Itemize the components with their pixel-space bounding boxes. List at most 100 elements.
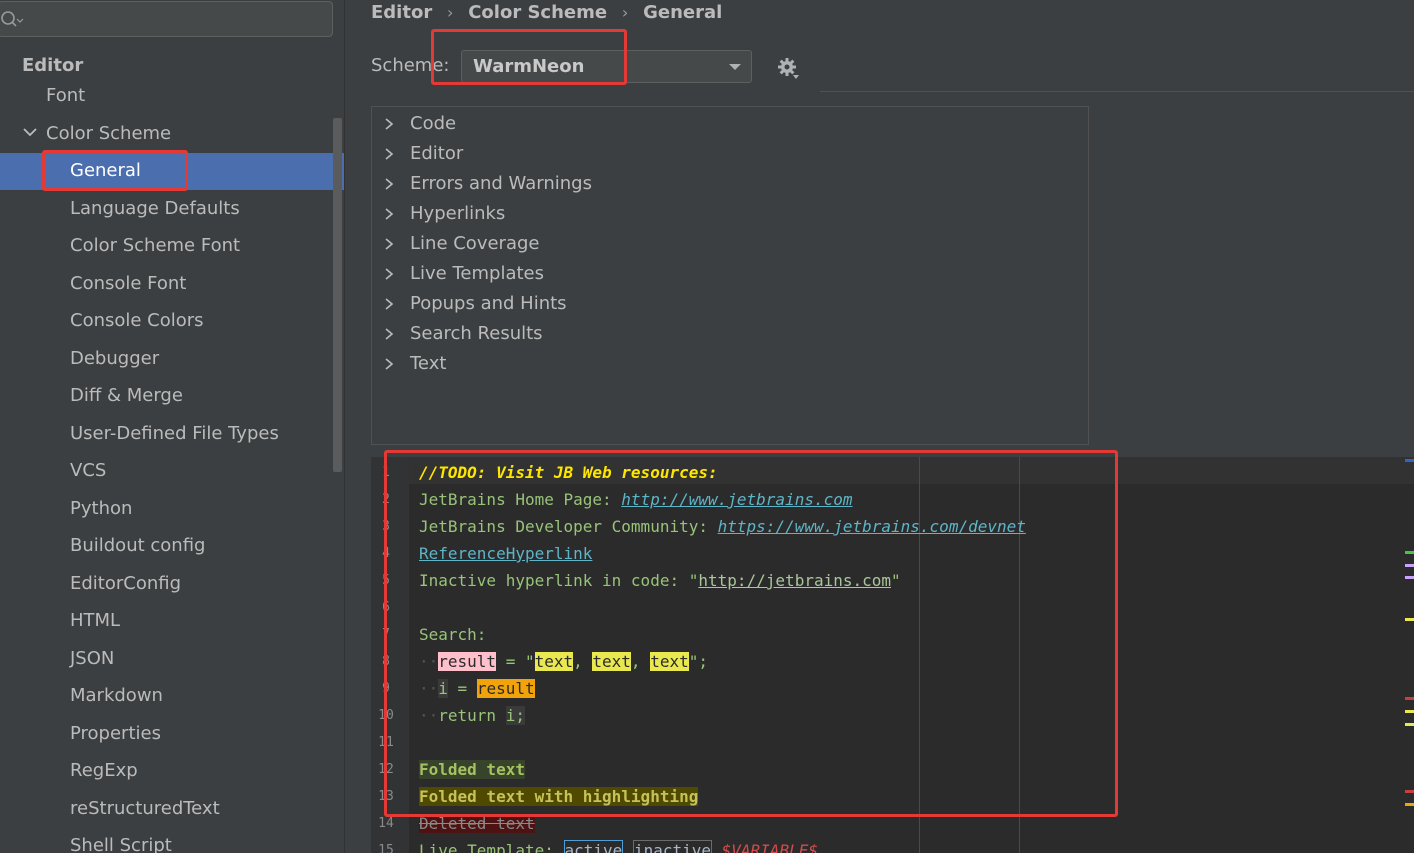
stripe-mark[interactable]	[1405, 803, 1414, 806]
code-line-folded-highlight[interactable]: Folded text with highlighting	[419, 783, 699, 810]
chevron-right-icon: ›	[447, 2, 454, 22]
chevron-right-icon	[385, 148, 394, 160]
sidebar-item-regexp[interactable]: RegExp	[70, 753, 138, 789]
stripe-mark[interactable]	[1405, 551, 1414, 554]
line-number: 13	[378, 789, 394, 804]
line-number: 10	[378, 708, 394, 723]
settings-main-panel: Editor › Color Scheme › General Scheme: …	[346, 0, 1414, 853]
chevron-right-icon	[385, 178, 394, 190]
sidebar-item-debugger[interactable]: Debugger	[70, 341, 159, 377]
sidebar-item-font[interactable]: Font	[46, 78, 85, 114]
code-line-deleted[interactable]: Deleted text	[419, 810, 535, 837]
line-number: 9	[382, 681, 390, 696]
chevron-right-icon	[385, 298, 394, 310]
stripe-mark[interactable]	[1405, 576, 1414, 579]
search-result: text	[650, 652, 689, 671]
stripe-mark[interactable]	[1405, 710, 1414, 713]
hyperlink[interactable]: http://www.jetbrains.com	[621, 490, 852, 509]
chevron-right-icon	[385, 268, 394, 280]
line-number: 2	[382, 492, 390, 507]
line-number: 6	[382, 600, 390, 615]
sidebar-item-python[interactable]: Python	[70, 491, 132, 527]
stripe-mark[interactable]	[1405, 459, 1414, 462]
line-number: 4	[382, 546, 390, 561]
stripe-mark[interactable]	[1405, 697, 1414, 700]
code-line-todo[interactable]: //TODO: Visit JB Web resources:	[419, 459, 718, 486]
reference-hyperlink[interactable]: ReferenceHyperlink	[419, 544, 592, 563]
settings-search-input[interactable]	[0, 1, 333, 37]
sidebar-item-diff-merge[interactable]: Diff & Merge	[70, 378, 183, 414]
stripe-mark[interactable]	[1405, 564, 1414, 567]
folded-text: Folded text	[419, 760, 525, 779]
code-line-folded[interactable]: Folded text	[419, 756, 525, 783]
line-number: 15	[378, 843, 394, 853]
breadcrumb-general: General	[643, 1, 723, 23]
line-number: 11	[378, 735, 394, 750]
sidebar-item-restructuredtext[interactable]: reStructuredText	[70, 791, 220, 827]
line-number: 14	[378, 816, 394, 831]
code-line-home-page[interactable]: JetBrains Home Page: http://www.jetbrain…	[419, 486, 852, 513]
sidebar-item-json[interactable]: JSON	[70, 641, 114, 677]
sidebar-item-color-scheme[interactable]: Color Scheme	[46, 116, 171, 152]
template-inactive: inactive	[632, 840, 712, 853]
template-variable: $VARIABLE$	[721, 841, 818, 853]
sidebar-item-markdown[interactable]: Markdown	[70, 678, 163, 714]
dropdown-arrow-icon	[729, 64, 741, 70]
sidebar-item-editorconfig[interactable]: EditorConfig	[70, 566, 181, 602]
chevron-right-icon: ›	[621, 2, 629, 22]
header-separator	[820, 91, 1414, 92]
search-result-write: result	[438, 652, 497, 671]
sidebar-item-color-scheme-font[interactable]: Color Scheme Font	[70, 228, 240, 264]
scheme-dropdown-value: WarmNeon	[473, 56, 585, 77]
chevron-right-icon	[385, 328, 394, 340]
scheme-dropdown[interactable]: WarmNeon	[461, 50, 752, 83]
breadcrumb: Editor › Color Scheme › General	[371, 0, 722, 24]
code-line-return[interactable]: ··return i;	[419, 702, 525, 729]
code-line-dev-community[interactable]: JetBrains Developer Community: https://w…	[419, 513, 1026, 540]
template-active: active	[563, 840, 624, 853]
chevron-down-icon[interactable]	[22, 124, 38, 140]
deleted-text: Deleted text	[419, 814, 535, 833]
code-line-read-access[interactable]: ··i = result	[419, 675, 535, 702]
code-line-search-result[interactable]: ··result = "text, text, text";	[419, 648, 708, 675]
sidebar-item-console-colors[interactable]: Console Colors	[70, 303, 204, 339]
breadcrumb-color-scheme[interactable]: Color Scheme	[468, 2, 607, 23]
code-line-search[interactable]: Search:	[419, 621, 486, 648]
search-result-read: result	[476, 679, 535, 698]
sidebar-item-vcs[interactable]: VCS	[70, 453, 106, 489]
sidebar-item-user-defined-file-types[interactable]: User-Defined File Types	[70, 416, 279, 452]
stripe-mark[interactable]	[1405, 723, 1414, 726]
scheme-label: Scheme:	[371, 55, 450, 76]
line-number: 3	[382, 519, 390, 534]
search-result: text	[534, 652, 574, 671]
sidebar-item-language-defaults[interactable]: Language Defaults	[70, 191, 240, 227]
sidebar-item-shell-script[interactable]: Shell Script	[70, 828, 172, 853]
search-icon	[1, 11, 24, 27]
code-line-reference[interactable]: ReferenceHyperlink	[419, 540, 592, 567]
stripe-mark[interactable]	[1405, 618, 1414, 621]
chevron-right-icon	[385, 208, 394, 220]
chevron-right-icon	[385, 358, 394, 370]
sidebar-scrollbar[interactable]	[333, 118, 342, 472]
settings-sidebar: Editor Font Color Scheme General Languag…	[0, 0, 345, 853]
sidebar-item-buildout-config[interactable]: Buildout config	[70, 528, 205, 564]
breadcrumb-editor[interactable]: Editor	[371, 2, 432, 23]
chevron-right-icon	[385, 238, 394, 250]
line-number: 1	[382, 465, 390, 480]
sidebar-item-properties[interactable]: Properties	[70, 716, 161, 752]
code-line-inactive-link[interactable]: Inactive hyperlink in code: "http://jetb…	[419, 567, 901, 594]
sidebar-item-html[interactable]: HTML	[70, 603, 120, 639]
chevron-right-icon	[385, 118, 394, 130]
stripe-mark[interactable]	[1405, 790, 1414, 793]
inactive-hyperlink[interactable]: http://jetbrains.com	[698, 571, 891, 590]
sidebar-item-general[interactable]: General	[70, 153, 141, 189]
gear-icon[interactable]	[776, 56, 800, 80]
line-number: 7	[382, 627, 390, 642]
folded-text-highlighted: Folded text with highlighting	[419, 787, 699, 806]
sidebar-item-console-font[interactable]: Console Font	[70, 266, 186, 302]
hyperlink[interactable]: https://www.jetbrains.com/devnet	[718, 517, 1026, 536]
sidebar-selected-row	[0, 153, 344, 190]
code-line-live-template[interactable]: Live Template: active inactive $VARIABLE…	[419, 837, 818, 853]
line-number: 12	[378, 762, 394, 777]
scheme-preview-editor[interactable]: 1 2 3 4 5 6 7 8 9 10 11 12 13 14 15 //TO…	[371, 457, 1414, 853]
